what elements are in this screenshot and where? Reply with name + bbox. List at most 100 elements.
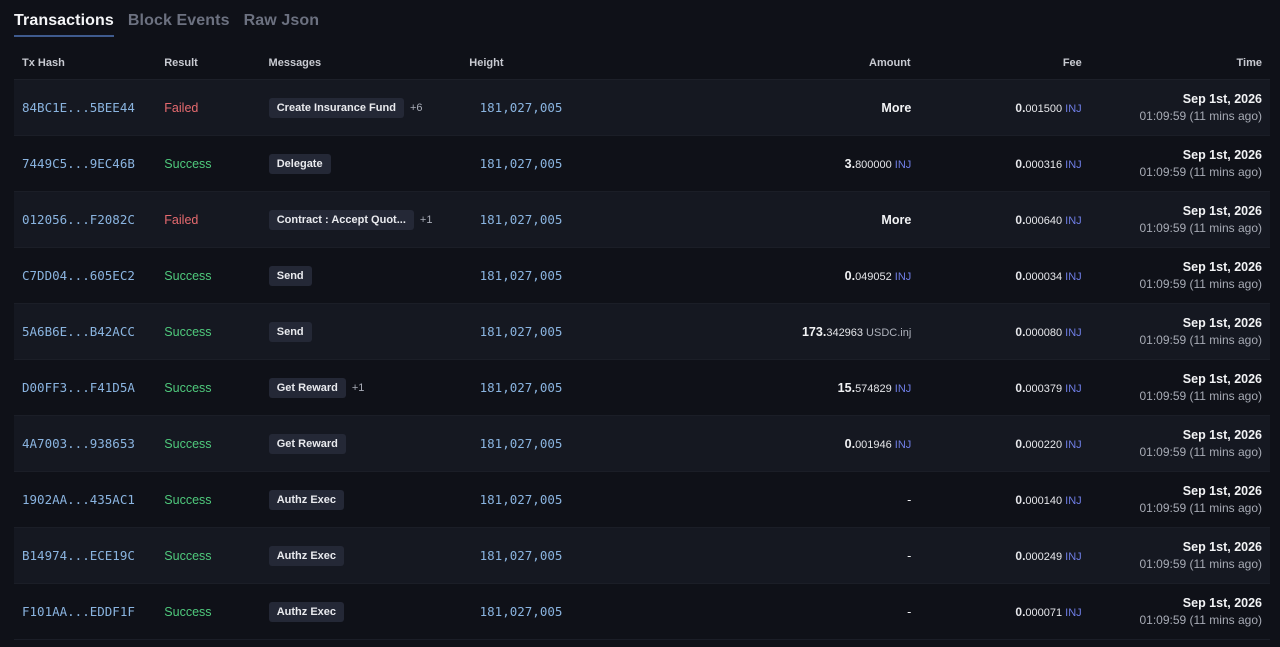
result-status: Success: [164, 436, 212, 451]
block-height-link[interactable]: 181,027,005: [480, 212, 563, 227]
block-height-link[interactable]: 181,027,005: [480, 100, 563, 115]
tx-time: 01:09:59 (11 mins ago): [1139, 332, 1262, 347]
amount-integer: 173.: [801, 324, 827, 339]
table-row[interactable]: 84BC1E...5BEE44 Failed Create Insurance …: [14, 80, 1270, 136]
block-height-link[interactable]: 181,027,005: [480, 548, 563, 563]
table-row[interactable]: 4A7003...938653 Success Get Reward 181,0…: [14, 416, 1270, 472]
table-row[interactable]: 1902AA...435AC1 Success Authz Exec 181,0…: [14, 472, 1270, 528]
result-status: Success: [164, 268, 212, 283]
amount-fraction: 800000: [855, 158, 892, 171]
message-type-badge: Delegate: [268, 153, 331, 174]
fee-fraction: 000140: [1025, 494, 1063, 507]
fee-denom: INJ: [1065, 102, 1082, 115]
amount-more-link[interactable]: More: [881, 101, 911, 115]
block-height-link[interactable]: 181,027,005: [480, 492, 563, 507]
fee-denom: INJ: [1065, 550, 1082, 563]
header-messages: Messages: [268, 56, 322, 69]
tx-hash-link[interactable]: 4A7003...938653: [22, 436, 135, 451]
fee-denom: INJ: [1065, 494, 1082, 507]
tx-date: Sep 1st, 2026: [1182, 315, 1262, 330]
tx-hash-link[interactable]: D00FF3...F41D5A: [22, 380, 135, 395]
block-height-link[interactable]: 181,027,005: [480, 156, 563, 171]
table-row[interactable]: C7DD04...605EC2 Success Send 181,027,005…: [14, 248, 1270, 304]
result-status: Success: [164, 548, 212, 563]
fee-value: 0.000249 INJ: [1015, 549, 1091, 563]
block-height-link[interactable]: 181,027,005: [480, 604, 563, 619]
fee-value: 0.000220 INJ: [1015, 437, 1091, 451]
amount-value: -: [907, 493, 921, 507]
table-row[interactable]: 5A6B6E...B42ACC Success Send 181,027,005…: [14, 304, 1270, 360]
fee-denom: INJ: [1065, 214, 1082, 227]
amount-empty: -: [907, 604, 912, 619]
fee-denom: INJ: [1065, 438, 1082, 451]
transactions-table: Tx Hash Result Messages Height Amount Fe…: [14, 46, 1270, 640]
amount-empty: -: [907, 492, 912, 507]
tab-raw-json[interactable]: Raw Json: [244, 12, 320, 35]
fee-value: 0.000316 INJ: [1015, 157, 1091, 171]
amount-fraction: 342963: [826, 326, 864, 339]
tx-date: Sep 1st, 2026: [1182, 203, 1262, 218]
fee-fraction: 000640: [1025, 214, 1063, 227]
tx-hash-link[interactable]: C7DD04...605EC2: [22, 268, 135, 283]
fee-denom: INJ: [1065, 158, 1082, 171]
fee-value: 0.000071 INJ: [1015, 604, 1091, 619]
tab-block-events[interactable]: Block Events: [128, 12, 230, 35]
result-status: Success: [164, 492, 212, 507]
block-height-link[interactable]: 181,027,005: [480, 380, 563, 395]
tx-date: Sep 1st, 2026: [1182, 595, 1262, 610]
tx-hash-link[interactable]: F101AA...EDDF1F: [22, 604, 135, 619]
block-height-link[interactable]: 181,027,005: [480, 324, 563, 339]
tx-hash-link[interactable]: 1902AA...435AC1: [22, 492, 135, 507]
amount-integer: 0.: [844, 268, 856, 283]
fee-denom: INJ: [1065, 382, 1082, 395]
extra-messages-count: +6: [409, 101, 423, 114]
amount-denom: INJ: [894, 382, 912, 395]
amount-denom: INJ: [894, 438, 912, 451]
extra-messages-count: +1: [419, 213, 433, 226]
tx-date: Sep 1st, 2026: [1182, 147, 1262, 162]
tx-time: 01:09:59 (11 mins ago): [1139, 612, 1262, 627]
table-row[interactable]: F101AA...EDDF1F Success Authz Exec 181,0…: [14, 584, 1270, 640]
fee-fraction: 000379: [1025, 382, 1063, 395]
fee-integer: 0.: [1015, 324, 1026, 339]
fee-value: 0.000140 INJ: [1015, 493, 1091, 507]
message-type-badge: Authz Exec: [268, 601, 345, 622]
tx-date: Sep 1st, 2026: [1182, 427, 1262, 442]
tx-hash-link[interactable]: 012056...F2082C: [22, 212, 135, 227]
tx-date: Sep 1st, 2026: [1182, 91, 1262, 106]
tx-time: 01:09:59 (11 mins ago): [1139, 500, 1262, 515]
table-row[interactable]: B14974...ECE19C Success Authz Exec 181,0…: [14, 528, 1270, 584]
fee-fraction: 000316: [1025, 158, 1063, 171]
tx-hash-link[interactable]: 5A6B6E...B42ACC: [22, 324, 135, 339]
amount-empty: -: [907, 548, 912, 563]
tx-hash-link[interactable]: 84BC1E...5BEE44: [22, 100, 135, 115]
amount-value: -: [907, 549, 921, 563]
fee-value: 0.001500 INJ: [1015, 101, 1091, 115]
table-row[interactable]: 012056...F2082C Failed Contract : Accept…: [14, 192, 1270, 248]
tx-time: 01:09:59 (11 mins ago): [1139, 164, 1262, 179]
tx-hash-link[interactable]: 7449C5...9EC46B: [22, 156, 135, 171]
tx-date: Sep 1st, 2026: [1182, 259, 1262, 274]
fee-fraction: 000034: [1025, 270, 1063, 283]
message-type-badge: Create Insurance Fund: [268, 97, 404, 118]
table-row[interactable]: 7449C5...9EC46B Success Delegate 181,027…: [14, 136, 1270, 192]
message-type-badge: Get Reward: [268, 433, 346, 454]
fee-fraction: 001500: [1025, 102, 1063, 115]
amount-value: 173.342963 USDC.inj: [802, 325, 921, 339]
fee-fraction: 000080: [1025, 326, 1063, 339]
block-height-link[interactable]: 181,027,005: [480, 268, 563, 283]
tx-time: 01:09:59 (11 mins ago): [1139, 556, 1262, 571]
message-type-badge: Send: [268, 321, 312, 342]
tab-transactions[interactable]: Transactions: [14, 12, 114, 37]
tx-hash-link[interactable]: B14974...ECE19C: [22, 548, 135, 563]
block-height-link[interactable]: 181,027,005: [480, 436, 563, 451]
result-status: Success: [164, 604, 212, 619]
fee-integer: 0.: [1015, 604, 1026, 619]
fee-denom: INJ: [1065, 606, 1082, 619]
fee-value: 0.000034 INJ: [1015, 269, 1091, 283]
tx-time: 01:09:59 (11 mins ago): [1139, 108, 1262, 123]
amount-integer: 15.: [837, 380, 856, 395]
fee-integer: 0.: [1015, 212, 1026, 227]
amount-more-link[interactable]: More: [881, 213, 911, 227]
table-row[interactable]: D00FF3...F41D5A Success Get Reward +1 18…: [14, 360, 1270, 416]
